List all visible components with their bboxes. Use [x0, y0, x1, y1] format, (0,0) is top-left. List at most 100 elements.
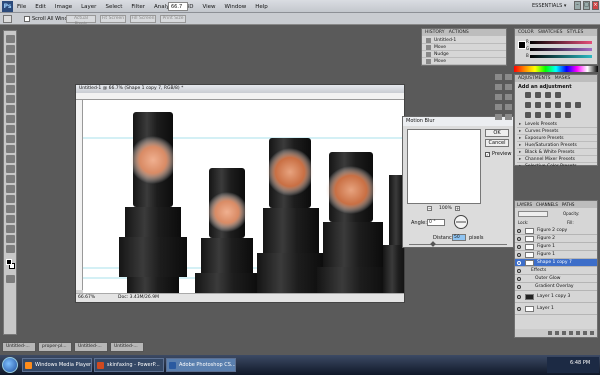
menu-edit[interactable]: Edit: [35, 4, 46, 10]
eye-icon[interactable]: [517, 307, 521, 311]
preset-levels[interactable]: Levels Presets: [517, 121, 597, 128]
document-tab[interactable]: Untitled-...: [2, 342, 36, 352]
adjustment-layer-icon[interactable]: [569, 331, 573, 335]
type-tool-icon[interactable]: [6, 185, 15, 193]
eye-icon[interactable]: [517, 253, 521, 257]
opacity-label[interactable]: Opacity:: [563, 211, 579, 216]
quick-select-tool-icon[interactable]: [6, 65, 15, 73]
close-button[interactable]: ×: [592, 1, 599, 10]
paragraph-panel-icon[interactable]: [505, 94, 512, 100]
document-title[interactable]: Untitled-1 @ 66.7% (Shape 1 copy 7, RGB/…: [76, 85, 404, 93]
filter-preview[interactable]: [407, 129, 481, 204]
fill-screen-button[interactable]: Fill Screen: [130, 15, 156, 23]
black-white-icon[interactable]: [555, 102, 561, 108]
blend-mode-select[interactable]: [518, 211, 548, 217]
info-panel-icon[interactable]: [505, 74, 512, 80]
menu-file[interactable]: File: [17, 4, 26, 10]
cancel-button[interactable]: Cancel: [485, 139, 509, 147]
history-panel-icon[interactable]: [495, 74, 502, 80]
tab-layers[interactable]: LAYERS: [517, 201, 532, 208]
fit-screen-button[interactable]: Fit Screen: [100, 15, 126, 23]
layer-row[interactable]: Layer 1 copy 3: [515, 293, 597, 303]
3d-orbit-tool-icon[interactable]: [6, 225, 15, 233]
layer-row[interactable]: Figure 1: [515, 251, 597, 259]
histogram-panel-icon[interactable]: [505, 114, 512, 120]
scroll-all-checkbox[interactable]: [24, 16, 30, 22]
distance-input[interactable]: 50: [452, 234, 466, 241]
layer-style-icon[interactable]: [555, 331, 559, 335]
lasso-tool-icon[interactable]: [6, 55, 15, 63]
pen-tool-icon[interactable]: [6, 175, 15, 183]
menu-image[interactable]: Image: [55, 4, 72, 10]
menu-filter[interactable]: Filter: [131, 4, 145, 10]
menu-help[interactable]: Help: [255, 4, 268, 10]
tab-paths[interactable]: PATHS: [562, 201, 575, 208]
red-slider[interactable]: [530, 41, 592, 44]
maximize-button[interactable]: □: [583, 1, 590, 10]
levels-icon[interactable]: [535, 92, 541, 98]
layer-row[interactable]: Figure 2: [515, 235, 597, 243]
menu-select[interactable]: Select: [105, 4, 122, 10]
history-tabs[interactable]: HISTORY ACTIONS: [422, 29, 506, 36]
preset-curves[interactable]: Curves Presets: [517, 128, 597, 135]
taskbar-item-powerpoint[interactable]: skinfaxing - PowerP...: [94, 358, 164, 372]
history-item[interactable]: Untitled-1: [422, 37, 506, 44]
document-tab[interactable]: proper-pl...: [38, 342, 72, 352]
document-tab[interactable]: Untitled-...: [74, 342, 108, 352]
preset-channel-mixer[interactable]: Channel Mixer Presets: [517, 156, 597, 163]
color-tabs[interactable]: COLOR SWATCHES STYLES: [515, 29, 597, 36]
move-tool-icon[interactable]: [6, 35, 15, 43]
adjustments-tabs[interactable]: ADJUSTMENTS MASKS: [515, 75, 597, 82]
tab-color[interactable]: COLOR: [518, 30, 534, 35]
clone-stamp-tool-icon[interactable]: [6, 115, 15, 123]
preview-checkbox[interactable]: ✓: [485, 152, 490, 157]
tab-masks[interactable]: MASKS: [555, 76, 571, 81]
document-canvas[interactable]: [83, 100, 404, 293]
shape-tool-icon[interactable]: [6, 205, 15, 213]
green-slider[interactable]: [530, 48, 592, 51]
clock[interactable]: 6:48 PM: [570, 360, 590, 366]
brush-tool-icon[interactable]: [6, 105, 15, 113]
taskbar-item-photoshop[interactable]: Adobe Photoshop CS...: [166, 358, 236, 372]
3d-rotate-tool-icon[interactable]: [6, 215, 15, 223]
brushes-panel-icon[interactable]: [495, 84, 502, 90]
zoom-in-button[interactable]: +: [455, 206, 460, 211]
navigator-panel-icon[interactable]: [505, 104, 512, 110]
hand-tool-icon[interactable]: [6, 235, 15, 243]
color-ramp[interactable]: [514, 66, 598, 72]
tab-adjustments[interactable]: ADJUSTMENTS: [518, 76, 550, 81]
layer-effect-row[interactable]: Gradient Overlay: [515, 283, 597, 291]
eraser-tool-icon[interactable]: [6, 135, 15, 143]
distance-slider-thumb[interactable]: [430, 241, 436, 247]
hue-saturation-icon[interactable]: [535, 102, 541, 108]
history-item[interactable]: Move: [422, 44, 506, 51]
add-mask-icon[interactable]: [562, 331, 566, 335]
dodge-tool-icon[interactable]: [6, 165, 15, 173]
minimize-button[interactable]: –: [574, 1, 581, 10]
layer-effect-row[interactable]: Outer Glow: [515, 275, 597, 283]
layer-effects-row[interactable]: Effects: [515, 267, 597, 275]
character-panel-icon[interactable]: [495, 94, 502, 100]
eye-icon[interactable]: [517, 245, 521, 249]
foreground-color-swatch[interactable]: [6, 259, 12, 265]
healing-brush-tool-icon[interactable]: [6, 95, 15, 103]
layer-row[interactable]: Layer 1: [515, 305, 597, 315]
zoom-tool-icon[interactable]: [6, 245, 15, 253]
zoom-level-field[interactable]: 66.7: [168, 2, 188, 11]
photoshop-logo[interactable]: Ps: [2, 1, 13, 12]
preset-selective-color[interactable]: Selective Color Presets: [517, 163, 597, 166]
foreground-color-swatch[interactable]: [518, 41, 526, 49]
document-tab[interactable]: Untitled-...: [110, 342, 144, 352]
eye-icon[interactable]: [517, 277, 521, 281]
eyedropper-tool-icon[interactable]: [6, 85, 15, 93]
menu-window[interactable]: Window: [225, 4, 247, 10]
clone-source-panel-icon[interactable]: [505, 84, 512, 90]
path-select-tool-icon[interactable]: [6, 195, 15, 203]
status-zoom[interactable]: 66.67%: [78, 294, 95, 302]
curves-icon[interactable]: [545, 92, 551, 98]
start-button[interactable]: [2, 357, 18, 373]
angle-dial[interactable]: [454, 215, 468, 229]
tab-history[interactable]: HISTORY: [425, 30, 444, 35]
invert-icon[interactable]: [525, 112, 531, 118]
selective-color-icon[interactable]: [565, 112, 571, 118]
